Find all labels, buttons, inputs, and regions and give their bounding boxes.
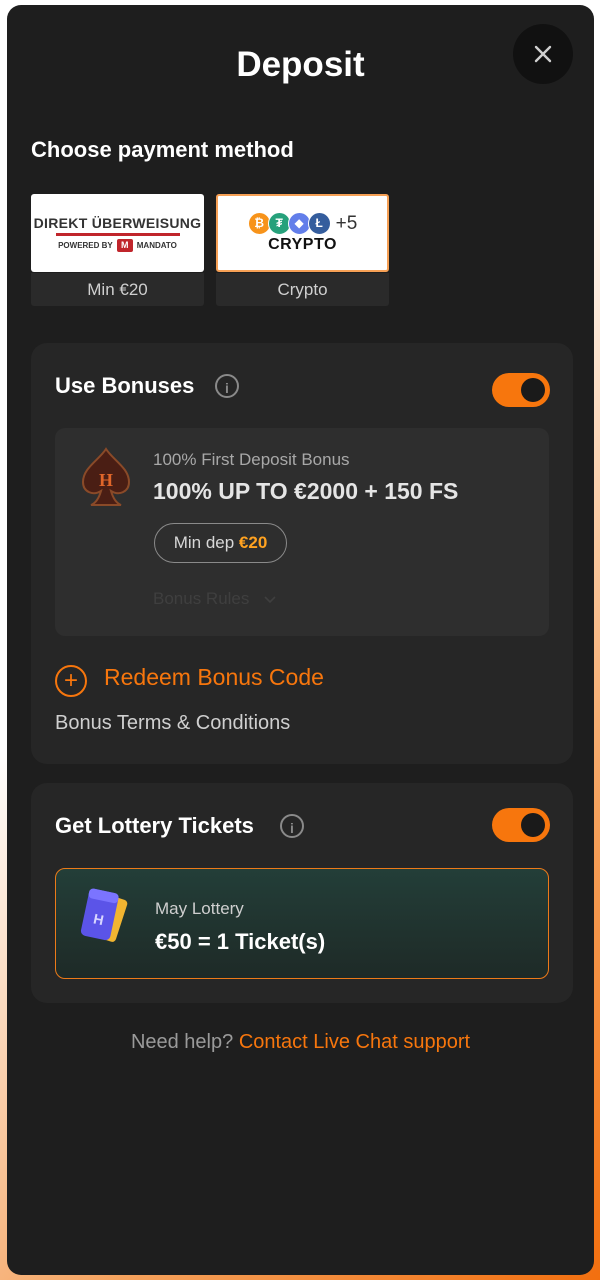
direkt-logo-title: DIREKT ÜBERWEISUNG <box>33 214 202 231</box>
bonus-headline: 100% UP TO €2000 + 150 FS <box>153 478 459 504</box>
litecoin-icon: Ł <box>307 212 331 235</box>
payment-method-heading: Choose payment method <box>31 137 294 162</box>
bonuses-heading: Use Bonuses <box>55 373 195 398</box>
bonuses-toggle[interactable] <box>492 373 550 407</box>
ticket-icon: H <box>80 888 128 942</box>
payment-method-crypto[interactable]: ₿ ₮ ◆ Ł +5 CRYPTO Crypto <box>216 194 389 306</box>
payment-method-caption: Min €20 <box>31 273 204 306</box>
crypto-logo: ₿ ₮ ◆ Ł +5 CRYPTO <box>216 194 389 272</box>
payment-method-direkt[interactable]: DIREKT ÜBERWEISUNG POWERED BY M MANDATO … <box>31 194 204 306</box>
lottery-card[interactable]: H May Lottery €50 = 1 Ticket(s) <box>55 868 549 979</box>
svg-text:H: H <box>99 470 113 490</box>
bonus-rules-label: Bonus Rules <box>153 589 250 608</box>
lottery-section: Get Lottery Tickets i H May Lottery €50 … <box>31 783 573 1003</box>
info-icon[interactable]: i <box>215 374 239 398</box>
powered-by-label: POWERED BY <box>58 240 113 250</box>
toggle-knob <box>521 378 545 402</box>
lottery-heading: Get Lottery Tickets <box>55 813 254 838</box>
crypto-logo-label: CRYPTO <box>268 236 337 253</box>
deposit-modal: Deposit Choose payment method DIREKT ÜBE… <box>7 5 594 1275</box>
plus-circle-icon[interactable]: + <box>55 665 87 697</box>
page-title: Deposit <box>236 45 365 84</box>
direkt-logo: DIREKT ÜBERWEISUNG POWERED BY M MANDATO <box>31 194 204 272</box>
bonus-terms-link[interactable]: Bonus Terms & Conditions <box>55 712 290 735</box>
bonuses-section: Use Bonuses i H 100% First Deposit Bonus… <box>31 343 573 764</box>
toggle-knob <box>521 813 545 837</box>
bonus-subtitle: 100% First Deposit Bonus <box>153 450 350 469</box>
chevron-down-icon <box>264 595 276 603</box>
min-deposit-label: Min dep <box>173 533 235 552</box>
spade-logo-icon: H <box>81 447 131 506</box>
min-deposit-badge: Min dep €20 <box>154 523 287 563</box>
logo-divider <box>55 232 180 236</box>
mandato-icon: M <box>116 238 133 252</box>
info-icon[interactable]: i <box>280 814 304 838</box>
bonus-card[interactable]: H 100% First Deposit Bonus 100% UP TO €2… <box>55 428 549 636</box>
lottery-headline: €50 = 1 Ticket(s) <box>155 929 326 954</box>
help-text: Need help? Contact Live Chat support <box>7 1031 594 1054</box>
more-coins-label: +5 <box>335 212 358 234</box>
min-deposit-value: €20 <box>238 533 268 552</box>
lottery-subtitle: May Lottery <box>155 899 244 918</box>
live-chat-link[interactable]: Contact Live Chat support <box>239 1031 470 1053</box>
help-prefix: Need help? <box>130 1031 234 1053</box>
payment-method-caption: Crypto <box>216 273 389 306</box>
bonus-rules-link[interactable]: Bonus Rules <box>153 589 276 609</box>
lottery-toggle[interactable] <box>492 808 550 842</box>
redeem-bonus-code-link[interactable]: Redeem Bonus Code <box>104 664 324 691</box>
mandato-label: MANDATO <box>136 240 177 250</box>
